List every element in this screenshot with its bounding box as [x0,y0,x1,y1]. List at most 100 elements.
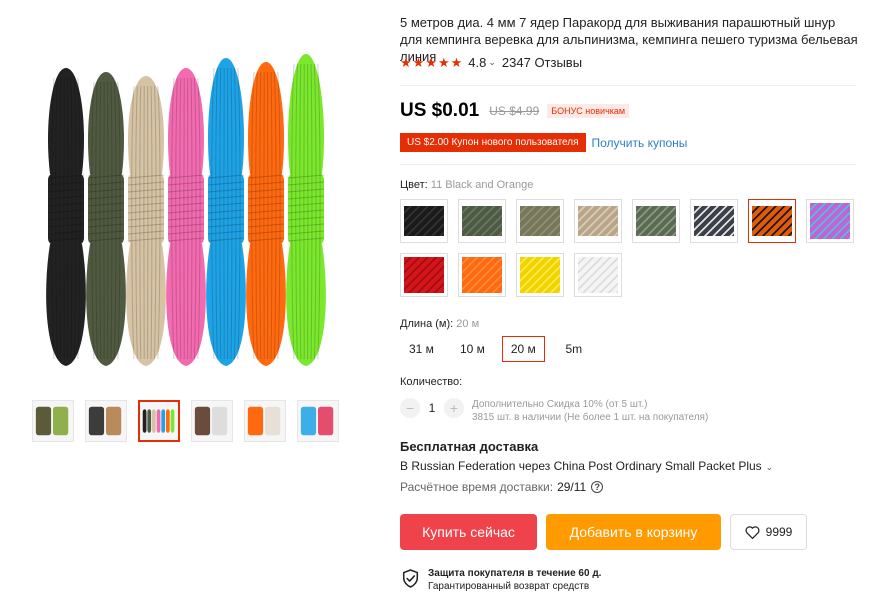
increase-quantity-button[interactable]: + [444,398,464,418]
rope-bundle [206,58,246,366]
star-icon: ★ [450,55,463,70]
delivery-date: 29/11 [557,480,587,494]
protection-subtitle: Гарантированный возврат средств [428,581,590,592]
rope-bundle [46,68,86,366]
thumb-orange[interactable] [244,400,286,442]
quantity-value[interactable]: 1 [420,398,444,418]
shipping-method-selector[interactable]: В Russian Federation через China Post Or… [400,459,779,473]
action-buttons: Купить сейчас Добавить в корзину 9999 [400,514,807,550]
color-swatch[interactable] [400,199,448,243]
rope-bundle [126,76,166,366]
color-swatch-image [462,257,502,293]
thumbnail-image [192,401,232,441]
divider [400,85,856,86]
selected-length: 20 м [456,318,480,330]
color-swatch[interactable] [458,253,506,297]
color-swatch-image [810,203,850,239]
get-coupons-link[interactable]: Получить купоны [592,136,688,150]
color-swatch[interactable] [574,253,622,297]
color-swatch[interactable] [516,199,564,243]
color-swatch-image [462,206,502,236]
delivery-estimate: Расчётное время доставки: 29/11 ? [400,480,604,494]
wishlist-button[interactable]: 9999 [730,514,807,550]
color-swatch-image [694,206,734,236]
rope-bundle [246,62,286,366]
color-swatch-image [520,206,560,236]
thumbnail-image [86,401,126,441]
chevron-down-icon: ⌄ [765,462,774,472]
length-option[interactable]: 5m [553,336,595,362]
color-label-text: Цвет: [400,179,428,191]
length-option[interactable]: 20 м [501,336,545,362]
color-swatch[interactable] [458,199,506,243]
color-swatch-image [520,257,560,293]
new-user-coupon-badge: US $2.00 Купон нового пользователя [400,133,586,152]
quantity-info: Дополнительно Скидка 10% (от 5 шт.) 3815… [472,398,708,424]
thumb-blue[interactable] [297,400,339,442]
rope-bundle [86,72,126,366]
thumbnail-image [298,401,338,441]
color-label: Цвет: 11 Black and Orange [400,179,533,191]
price-row: US $0.01 US $4.99 БОНУС новичкам [400,100,630,122]
star-icon: ★ [412,55,425,70]
length-option[interactable]: 31 м [400,336,443,362]
thumb-green[interactable] [32,400,74,442]
heart-icon [745,525,760,539]
color-swatch[interactable] [516,253,564,297]
rating-row: ★ ★ ★ ★ ★ 4.8 ⌄ 2347 Отзывы [400,55,582,70]
old-price: US $4.99 [489,104,540,118]
coupon-row: US $2.00 Купон нового пользователя Получ… [400,133,687,152]
thumbnail-image [140,402,178,440]
color-swatch-image [752,206,792,236]
wishlist-count: 9999 [765,525,793,539]
divider [400,164,856,165]
thumb-mixed[interactable] [85,400,127,442]
bulk-discount-text: Дополнительно Скидка 10% (от 5 шт.) [472,399,648,410]
buy-now-button[interactable]: Купить сейчас [400,514,537,550]
question-icon[interactable]: ? [591,481,604,493]
color-swatches [400,199,860,297]
color-swatch[interactable] [400,253,448,297]
newcomer-bonus-badge: БОНУС новичкам [547,104,630,118]
color-swatch-image [578,206,618,236]
delivery-time-label: Расчётное время доставки: [400,480,554,494]
add-to-cart-button[interactable]: Добавить в корзину [546,514,721,550]
thumbnail-image [245,401,285,441]
star-rating: ★ ★ ★ ★ ★ [400,56,462,69]
rating-value[interactable]: 4.8 [468,55,486,70]
shipping-route-text: В Russian Federation через China Post Or… [400,459,762,473]
decrease-quantity-button[interactable]: − [400,398,420,418]
length-label-text: Длина (м): [400,318,454,330]
length-option[interactable]: 10 м [451,336,494,362]
rope-bundle [166,68,206,366]
current-price: US $0.01 [400,100,480,121]
quantity-stepper: − 1 + Дополнительно Скидка 10% (от 5 шт.… [400,398,708,424]
selected-color: 11 Black and Orange [430,179,534,191]
color-swatch[interactable] [748,199,796,243]
color-swatch-image [636,206,676,236]
color-swatch[interactable] [690,199,738,243]
paracord-bundles-image [46,54,326,366]
star-icon: ★ [400,55,412,70]
rope-bundle [286,54,326,366]
shield-check-icon [402,569,419,588]
product-gallery [18,44,370,384]
main-product-image[interactable] [23,44,363,384]
color-swatch-image [404,257,444,293]
color-swatch-image [404,206,444,236]
color-swatch[interactable] [632,199,680,243]
reviews-link[interactable]: 2347 Отзывы [502,55,582,70]
protection-title: Защита покупателя в течение 60 д. [428,568,602,579]
color-swatch[interactable] [574,199,622,243]
free-shipping-title: Бесплатная доставка [400,439,539,454]
buyer-protection: Защита покупателя в течение 60 д. Гарант… [402,567,601,593]
star-icon: ★ [437,55,450,70]
thumb-set[interactable] [138,400,180,442]
length-options: 31 м 10 м 20 м 5m [400,336,595,362]
quantity-label: Количество: [400,376,463,388]
color-swatch[interactable] [806,199,854,243]
chevron-down-icon[interactable]: ⌄ [488,57,496,68]
thumb-camo[interactable] [191,400,233,442]
stock-text: 3815 шт. в наличии (Не более 1 шт. на по… [472,412,709,423]
length-label: Длина (м): 20 м [400,318,479,330]
